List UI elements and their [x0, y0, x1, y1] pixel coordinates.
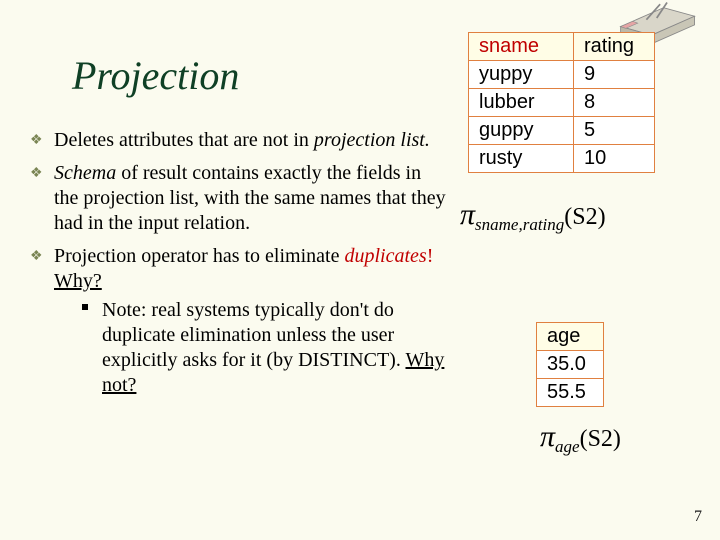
projection-formula-age: πage(S2)	[540, 420, 621, 454]
table-header-row: age	[537, 323, 604, 351]
table-header-row: sname rating	[469, 33, 655, 61]
table-row: 35.0	[537, 351, 604, 379]
result-table-sname-rating: sname rating yuppy9 lubber8 guppy5 rusty…	[468, 32, 655, 173]
table-row: rusty10	[469, 145, 655, 173]
table-row: yuppy9	[469, 61, 655, 89]
cell: lubber	[469, 89, 574, 117]
cell: guppy	[469, 117, 574, 145]
pi-subscript: age	[555, 437, 580, 456]
square-bullet-icon	[82, 304, 88, 310]
bullet-3-duplicates: duplicates	[344, 245, 426, 267]
bullet-3: ❖ Projection operator has to eliminate d…	[30, 244, 450, 398]
table-row: lubber8	[469, 89, 655, 117]
pi-subscript: sname,rating	[475, 215, 564, 234]
bullet-1-text-pre: Deletes attributes that are not in	[54, 129, 314, 151]
pi-symbol: π	[540, 420, 555, 453]
cell: 8	[574, 89, 655, 117]
diamond-bullet-icon: ❖	[30, 248, 43, 266]
page-number: 7	[694, 508, 702, 526]
pi-symbol: π	[460, 198, 475, 231]
bullet-3-text-pre: Projection operator has to eliminate	[54, 245, 344, 267]
col-header-age: age	[537, 323, 604, 351]
cell: 9	[574, 61, 655, 89]
table-row: 55.5	[537, 379, 604, 407]
col-header-sname: sname	[469, 33, 574, 61]
pi-arg: (S2)	[564, 204, 605, 230]
bullet-1: ❖ Deletes attributes that are not in pro…	[30, 128, 450, 153]
bullet-2-italic: Schema	[54, 162, 116, 184]
bullet-3-sub: Note: real systems typically don't do du…	[54, 298, 450, 398]
table-row: guppy5	[469, 117, 655, 145]
slide: Projection ❖ Deletes attributes that are…	[0, 0, 720, 540]
cell: 55.5	[537, 379, 604, 407]
cell: rusty	[469, 145, 574, 173]
slide-body: ❖ Deletes attributes that are not in pro…	[30, 128, 450, 406]
result-table-age: age 35.0 55.5	[536, 322, 604, 407]
cell: 5	[574, 117, 655, 145]
bullet-3-sub-text: Note: real systems typically don't do du…	[102, 299, 405, 371]
diamond-bullet-icon: ❖	[30, 132, 43, 150]
bullet-2: ❖ Schema of result contains exactly the …	[30, 161, 450, 236]
projection-formula-sname-rating: πsname,rating(S2)	[460, 198, 606, 232]
pi-arg: (S2)	[580, 426, 621, 452]
cell: 35.0	[537, 351, 604, 379]
cell: 10	[574, 145, 655, 173]
bullet-3-bang: !	[427, 245, 434, 267]
cell: yuppy	[469, 61, 574, 89]
col-header-rating: rating	[574, 33, 655, 61]
slide-title: Projection	[72, 52, 239, 99]
bullet-3-why: Why?	[54, 270, 102, 292]
bullet-1-italic: projection list.	[314, 129, 430, 151]
diamond-bullet-icon: ❖	[30, 165, 43, 183]
